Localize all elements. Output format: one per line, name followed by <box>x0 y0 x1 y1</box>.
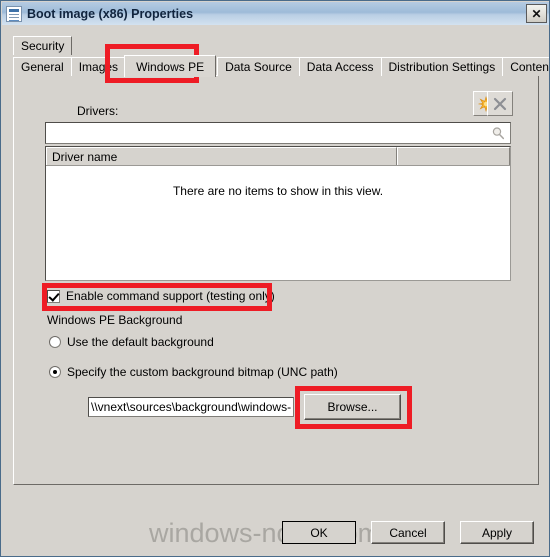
use-default-background-label: Use the default background <box>67 335 214 349</box>
use-default-background-row[interactable]: Use the default background <box>49 335 214 349</box>
remove-driver-button[interactable] <box>487 91 513 116</box>
drivers-label: Drivers: <box>77 104 119 118</box>
background-path-input[interactable] <box>89 400 293 414</box>
tab-strip: Security General Images Windows PE Data … <box>13 35 549 77</box>
properties-dialog: Boot image (x86) Properties ✕ Security G… <box>0 0 550 557</box>
windows-pe-background-legend: Windows PE Background <box>47 313 183 327</box>
enable-command-support-label: Enable command support (testing only) <box>66 289 275 303</box>
drivers-list[interactable]: Driver name There are no items to show i… <box>45 146 511 281</box>
tab-content-locations[interactable]: Content Locations <box>502 57 549 76</box>
tab-data-access[interactable]: Data Access <box>298 57 382 76</box>
search-input[interactable] <box>46 126 491 140</box>
use-default-background-radio[interactable] <box>49 336 61 348</box>
tab-row-top: Security <box>13 35 541 55</box>
properties-document-icon <box>6 5 22 22</box>
tab-security[interactable]: Security <box>13 36 73 55</box>
tab-row-main: General Images Windows PE Data Source Da… <box>13 55 549 77</box>
enable-command-support-checkbox[interactable] <box>47 289 60 303</box>
enable-command-support-row[interactable]: Enable command support (testing only) <box>47 289 275 303</box>
apply-button[interactable]: Apply <box>460 521 534 544</box>
window-title: Boot image (x86) Properties <box>27 6 194 21</box>
close-icon[interactable]: ✕ <box>526 4 547 23</box>
background-path-box[interactable] <box>88 397 294 417</box>
title-bar: Boot image (x86) Properties ✕ <box>2 2 549 25</box>
column-header-blank[interactable] <box>397 147 510 165</box>
search-magnifier-icon <box>492 127 505 140</box>
tab-data-source[interactable]: Data Source <box>217 57 300 76</box>
x-remove-icon <box>493 97 507 110</box>
specify-custom-background-row[interactable]: Specify the custom background bitmap (UN… <box>49 365 338 379</box>
tab-general[interactable]: General <box>13 57 72 76</box>
tab-images[interactable]: Images <box>70 57 127 76</box>
cancel-button[interactable]: Cancel <box>371 521 445 544</box>
specify-custom-background-label: Specify the custom background bitmap (UN… <box>67 365 338 379</box>
drivers-list-header: Driver name <box>46 147 510 166</box>
driver-search-box[interactable] <box>45 122 511 144</box>
specify-custom-background-radio[interactable] <box>49 366 61 378</box>
browse-button[interactable]: Browse... <box>304 394 401 420</box>
tab-windows-pe[interactable]: Windows PE <box>124 55 217 77</box>
drivers-list-empty-message: There are no items to show in this view. <box>172 184 384 198</box>
tab-distribution-settings[interactable]: Distribution Settings <box>380 57 504 76</box>
ok-button[interactable]: OK <box>282 521 356 544</box>
column-header-driver-name[interactable]: Driver name <box>46 147 397 165</box>
